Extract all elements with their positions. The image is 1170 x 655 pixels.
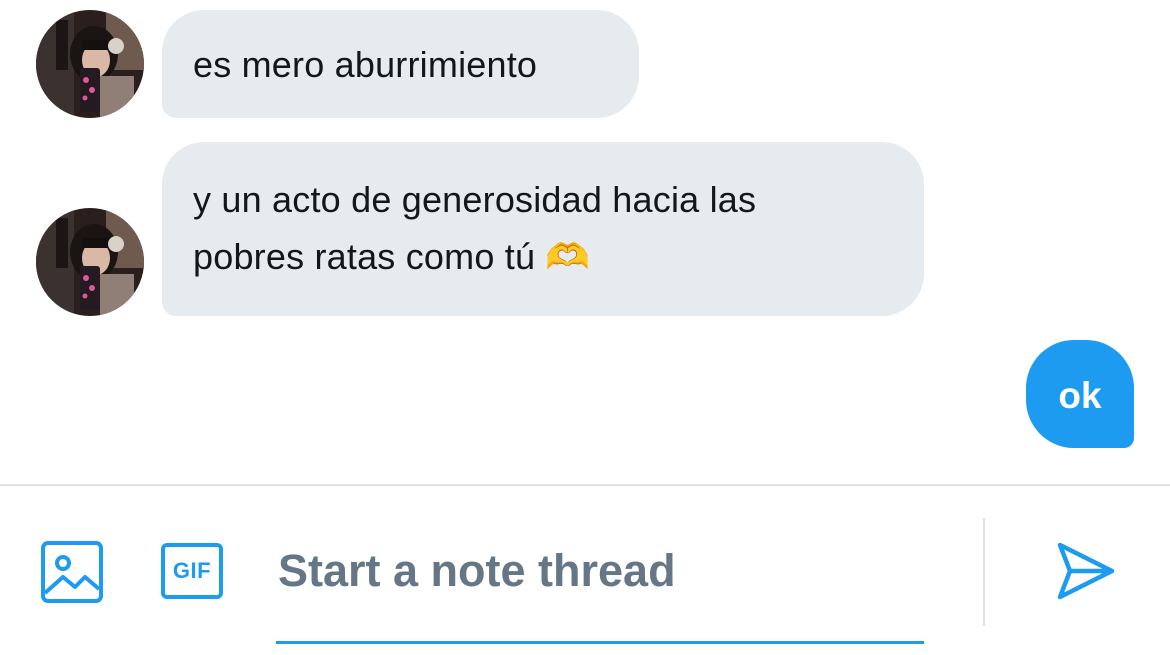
message-text: es mero aburrimiento — [193, 43, 538, 85]
note-thread-input[interactable] — [276, 530, 926, 612]
send-button[interactable] — [1050, 538, 1120, 604]
add-gif-button[interactable]: GIF — [158, 540, 226, 602]
add-image-button[interactable] — [40, 540, 104, 604]
composer-separator — [983, 518, 985, 626]
message-text: pobres ratas como tú — [193, 236, 536, 277]
send-icon — [1057, 542, 1115, 600]
gif-label: GIF — [172, 558, 212, 583]
message-text-line: pobres ratas como tú 🫶 — [193, 228, 893, 286]
outgoing-message-bubble[interactable]: ok — [1026, 340, 1134, 448]
input-focus-underline — [276, 641, 924, 644]
avatar[interactable] — [36, 208, 144, 316]
avatar-photo — [36, 208, 144, 316]
incoming-message-bubble[interactable]: es mero aburrimiento — [162, 10, 639, 118]
message-text-line: y un acto de generosidad hacia las — [193, 179, 757, 220]
avatar[interactable] — [36, 10, 144, 118]
composer-divider — [0, 484, 1170, 486]
heart-hands-emoji: 🫶 — [545, 237, 591, 278]
incoming-message-bubble[interactable]: y un acto de generosidad hacia las pobre… — [162, 142, 924, 316]
message-text: ok — [1058, 375, 1102, 416]
dm-conversation-screen: es mero aburrimiento y un acto de genero… — [0, 0, 1170, 655]
avatar-photo — [36, 10, 144, 118]
gif-icon: GIF — [161, 543, 223, 599]
image-icon — [41, 541, 103, 603]
